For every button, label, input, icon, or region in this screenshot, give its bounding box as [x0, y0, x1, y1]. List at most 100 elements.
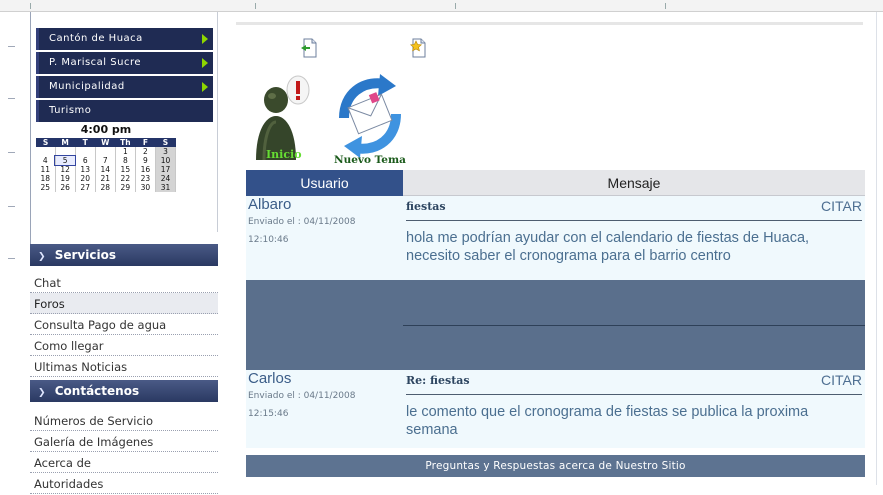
calendar-day[interactable]: 22 [115, 174, 136, 183]
calendar-day[interactable]: 19 [55, 174, 76, 183]
servicios-header: ❯ Servicios [30, 244, 218, 266]
calendar-day[interactable]: 7 [95, 156, 116, 165]
calendar-day[interactable]: 29 [115, 183, 136, 192]
servicios-title: Servicios [54, 248, 116, 262]
calendar-day[interactable]: 21 [95, 174, 116, 183]
link-consulta-pago-agua[interactable]: Consulta Pago de agua [30, 314, 218, 335]
inicio-button[interactable]: Inicio [250, 72, 330, 168]
calendar-day[interactable]: 14 [95, 165, 116, 174]
calendar-day[interactable]: 11 [36, 165, 56, 174]
calendar-day[interactable] [36, 147, 56, 156]
calendar-day[interactable]: 20 [75, 174, 96, 183]
link-autoridades[interactable]: Autoridades [30, 473, 218, 494]
calendar-day[interactable]: 25 [36, 183, 56, 192]
calendar-day[interactable]: 9 [135, 156, 156, 165]
contactenos-title: Contáctenos [54, 384, 140, 398]
calendar-day[interactable]: 3 [155, 147, 177, 156]
post-sent-time: 12:15:46 [248, 408, 289, 419]
forum-table: Usuario Mensaje Albaro Enviado el : 04/1… [246, 170, 865, 448]
calendar-day[interactable]: 30 [135, 183, 156, 192]
post-body: le comento que el cronograma de fiestas … [406, 403, 809, 438]
post-author[interactable]: Albaro [248, 196, 403, 214]
post-body: hola me podrían ayudar con el calendario… [406, 230, 810, 264]
calendar-day[interactable]: 13 [75, 165, 96, 174]
link-numeros-servicio[interactable]: Números de Servicio [30, 410, 218, 431]
calendar-day[interactable]: 10 [155, 156, 177, 165]
nuevo-tema-button[interactable]: Nuevo Tema [330, 74, 440, 168]
forum-post: Carlos Enviado el : 04/11/2008 12:15:46 … [246, 369, 865, 448]
menu-item-canton-huaca[interactable]: Cantón de Huaca [36, 28, 213, 50]
link-galeria-imagenes[interactable]: Galería de Imágenes [30, 431, 218, 452]
calendar-day[interactable]: 23 [135, 174, 156, 183]
calendar-day[interactable]: 31 [155, 183, 177, 192]
calendar-day[interactable]: 6 [75, 156, 96, 165]
post-message-cell: Re: fiestas CITAR le comento que el cron… [403, 369, 865, 448]
post-author-cell: Carlos Enviado el : 04/11/2008 12:15:46 [246, 369, 403, 448]
link-chat[interactable]: Chat [30, 272, 218, 293]
post-sent-time: 12:10:46 [248, 234, 289, 245]
calendar-day-header: M [55, 138, 76, 147]
calendar-day[interactable]: 24 [155, 174, 177, 183]
post-separator [246, 279, 865, 370]
forum-footer-link[interactable]: Preguntas y Respuestas acerca de Nuestro… [246, 455, 865, 477]
calendar-day[interactable]: 26 [55, 183, 76, 192]
calendar-day[interactable] [95, 147, 116, 156]
calendar-day[interactable] [75, 147, 96, 156]
calendar-day[interactable]: 4 [36, 156, 56, 165]
calendar-day-header: F [135, 138, 156, 147]
contactenos-links: Números de Servicio Galería de Imágenes … [30, 410, 218, 494]
post-author[interactable]: Carlos [248, 370, 403, 388]
calendar-day[interactable]: 8 [115, 156, 136, 165]
calendar-day[interactable]: 27 [75, 183, 96, 192]
calendar-day[interactable]: 2 [135, 147, 156, 156]
link-acerca-de[interactable]: Acerca de [30, 452, 218, 473]
link-ultimas-noticias[interactable]: Ultimas Noticias [30, 356, 218, 377]
calendar-day-today[interactable]: 5 [54, 155, 77, 166]
calendar-day[interactable] [55, 147, 76, 156]
nuevo-tema-label: Nuevo Tema [334, 154, 406, 166]
post-author-cell: Albaro Enviado el : 04/11/2008 12:10:46 [246, 195, 403, 280]
forum-post: Albaro Enviado el : 04/11/2008 12:10:46 … [246, 195, 865, 280]
column-header-mensaje: Mensaje [403, 170, 865, 196]
post-title: fiestas [406, 200, 446, 213]
quote-button[interactable]: CITAR [821, 198, 862, 214]
forum-toolbar: Inicio Nuevo Tema [246, 36, 446, 166]
clock: 4:00 pm [80, 123, 132, 136]
main-menu: Cantón de Huaca P. Mariscal Sucre Munici… [36, 28, 213, 124]
calendar-day[interactable]: 28 [95, 183, 116, 192]
calendar-day-header: S [155, 138, 176, 147]
calendar-day-header: W [95, 138, 116, 147]
favorite-doc-icon[interactable] [409, 38, 427, 58]
left-edge-ruler [6, 12, 18, 485]
calendar-day-header: S [36, 138, 56, 147]
post-title: Re: fiestas [406, 373, 470, 387]
arrow-right-icon [202, 58, 208, 68]
top-browser-strip [0, 0, 883, 12]
menu-item-label: P. Mariscal Sucre [49, 57, 141, 68]
menu-item-mariscal-sucre[interactable]: P. Mariscal Sucre [36, 52, 213, 74]
column-header-usuario: Usuario [246, 170, 403, 196]
link-foros[interactable]: Foros [30, 293, 218, 314]
reply-doc-icon[interactable] [300, 38, 318, 58]
calendar-day[interactable]: 1 [115, 147, 136, 156]
post-sent-date: Enviado el : 04/11/2008 [248, 216, 356, 227]
calendar-day[interactable]: 12 [55, 165, 76, 174]
arrow-right-icon [202, 34, 208, 44]
menu-item-label: Municipalidad [49, 81, 125, 92]
calendar-day[interactable]: 18 [36, 174, 56, 183]
contactenos-header: ❯ Contáctenos [30, 380, 218, 402]
quote-button[interactable]: CITAR [821, 372, 862, 388]
sidebar: Cantón de Huaca P. Mariscal Sucre Munici… [22, 12, 222, 494]
menu-item-turismo[interactable]: Turismo [36, 100, 213, 122]
calendar-day[interactable]: 16 [135, 165, 156, 174]
calendar: S M T W Th F S 1 2 3 4 5 6 7 8 9 10 11 1… [36, 138, 177, 192]
calendar-day-header: Th [115, 138, 136, 147]
main-content: Inicio Nuevo Tema Usuario Mensaje Albaro… [226, 12, 883, 485]
link-como-llegar[interactable]: Como llegar [30, 335, 218, 356]
menu-item-municipalidad[interactable]: Municipalidad [36, 76, 213, 98]
menu-item-label: Cantón de Huaca [49, 33, 143, 44]
servicios-links: Chat Foros Consulta Pago de agua Como ll… [30, 272, 218, 377]
post-message-cell: fiestas CITAR hola me podrían ayudar con… [403, 195, 865, 280]
calendar-day[interactable]: 17 [155, 165, 177, 174]
calendar-day[interactable]: 15 [115, 165, 136, 174]
